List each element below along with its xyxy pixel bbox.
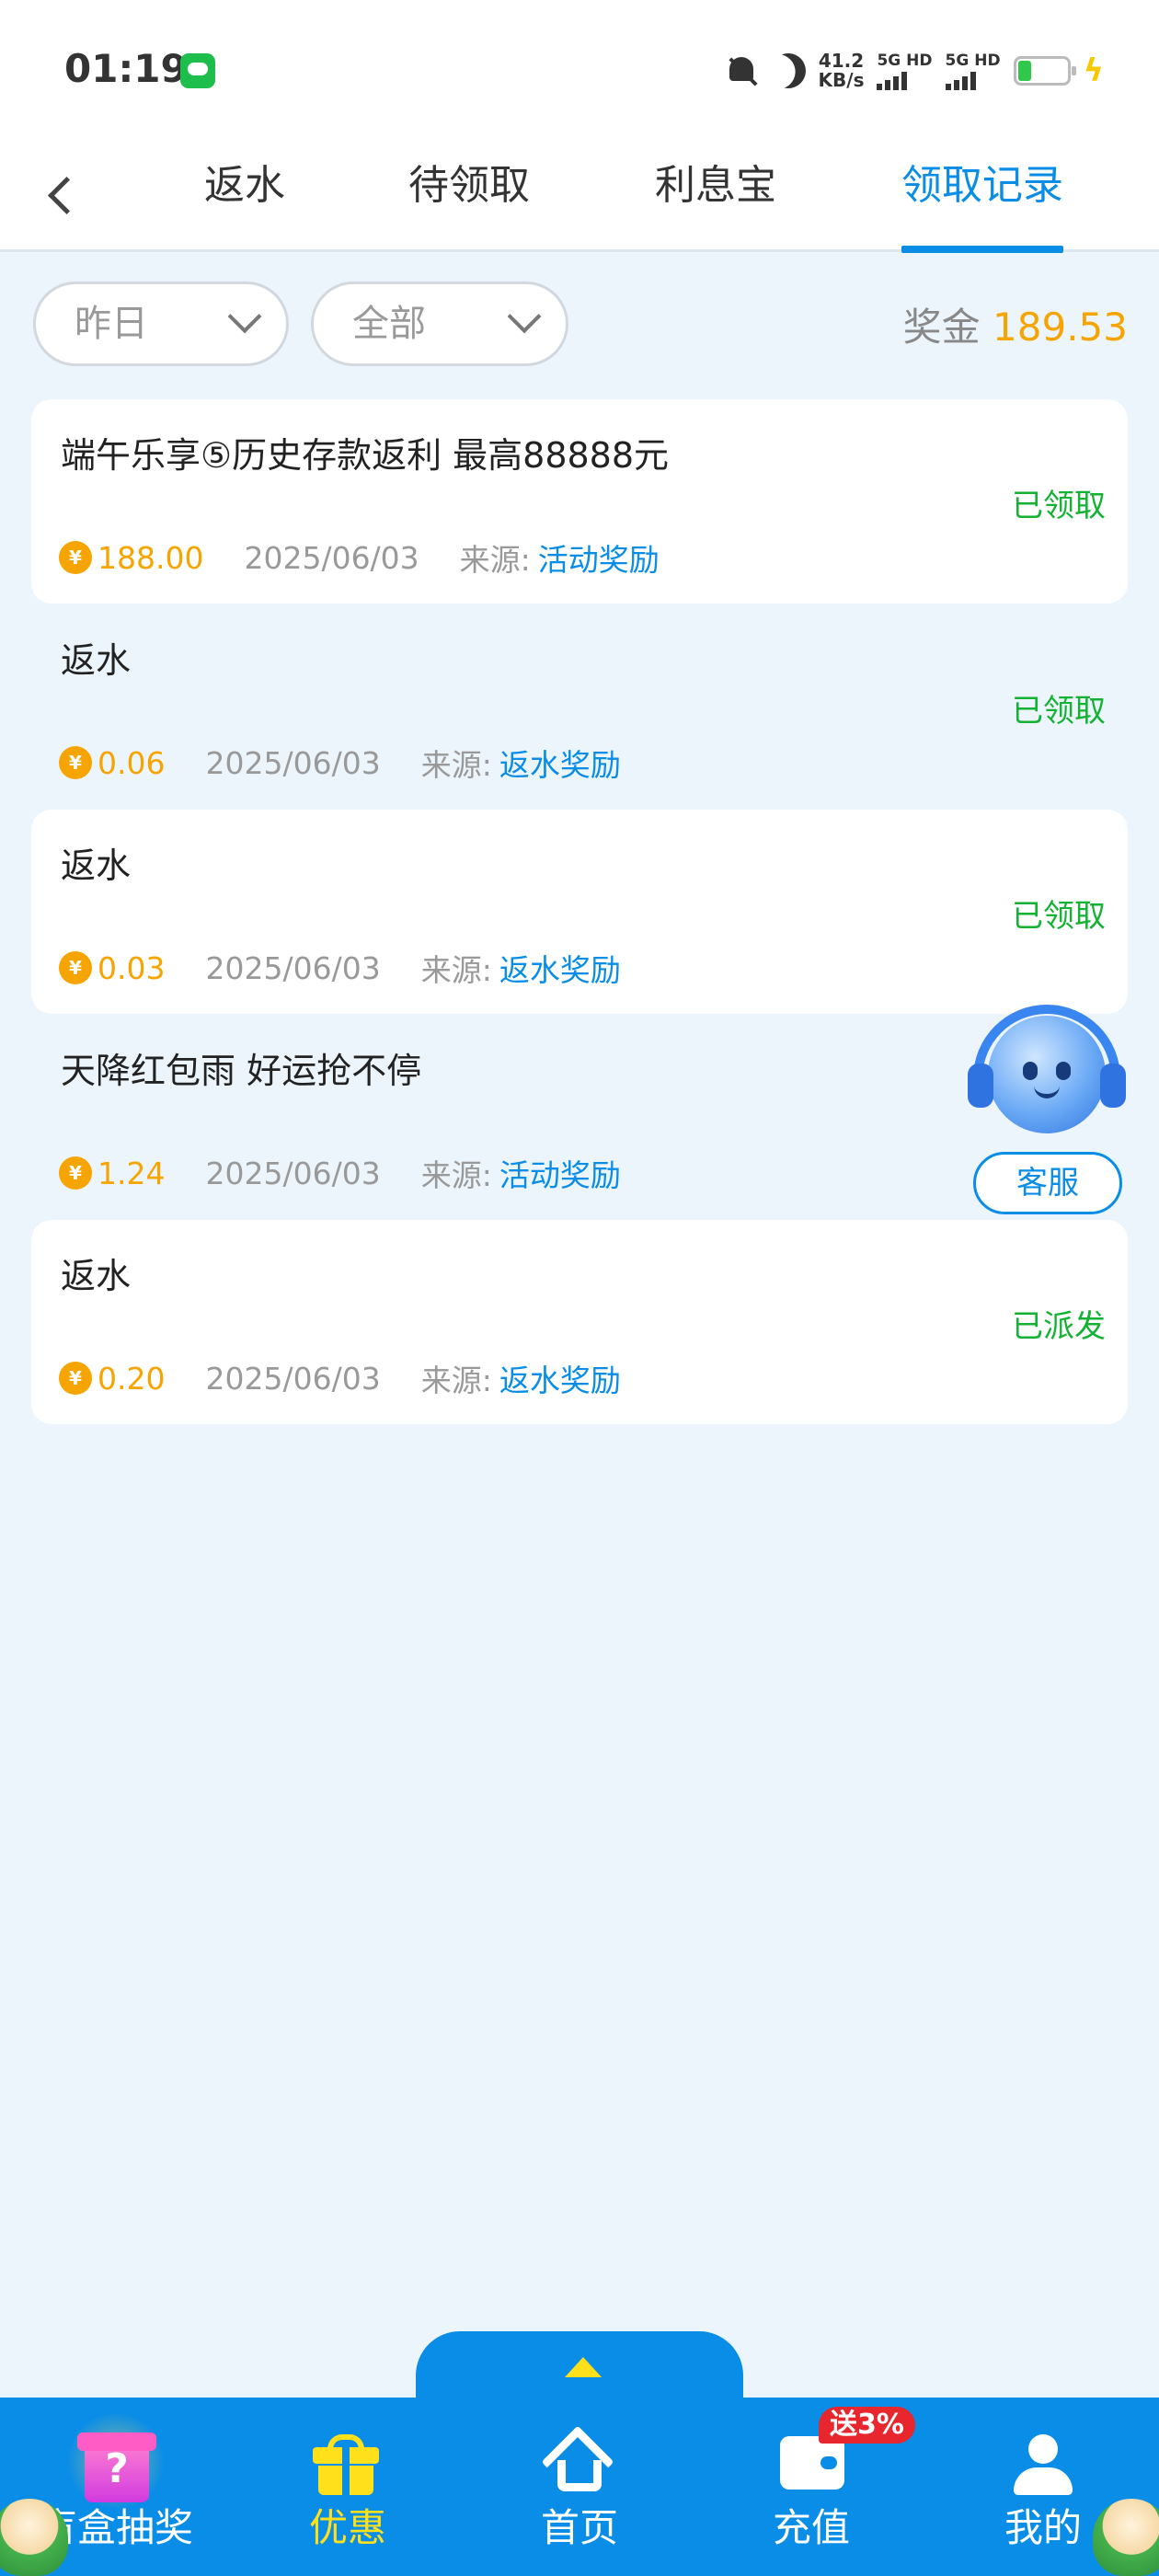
total-bonus-amount: 189.53 [993, 305, 1128, 350]
zongzi-mascot-icon [1093, 2499, 1159, 2576]
record-meta: ¥ 0.20 2025/06/03 来源: 返水奖励 [59, 1356, 621, 1400]
record-source-label: 来源: [459, 542, 531, 578]
record-card: 返水 已领取 ¥ 0.03 2025/06/03 来源: 返水奖励 [31, 810, 1128, 1014]
record-meta: ¥ 0.03 2025/06/03 来源: 返水奖励 [59, 946, 621, 990]
app-icon [180, 53, 215, 88]
nav-item-label: 优惠 [308, 2505, 386, 2550]
record-status: 已领取 [1012, 898, 1106, 935]
record-status: 已领取 [1012, 488, 1106, 524]
net-speed-value: 41.2 [818, 50, 865, 72]
tab-claim-records[interactable]: 领取记录 [901, 156, 1063, 253]
record-amount: 1.24 [98, 1155, 166, 1191]
sim1-label: 5G HD [877, 51, 933, 70]
record-amount: 0.20 [98, 1360, 166, 1397]
record-source-label: 来源: [420, 952, 492, 988]
record-amount: 0.06 [98, 744, 166, 781]
record-source: 活动奖励 [499, 1157, 621, 1193]
net-speed: 41.2 KB/s [819, 52, 865, 90]
total-bonus: 奖金 189.53 [903, 296, 1128, 352]
customer-service-button[interactable]: 客服 [973, 1152, 1122, 1214]
record-date: 2025/06/03 [205, 1360, 381, 1397]
sim2-label: 5G HD [945, 51, 1001, 70]
record-date: 2025/06/03 [205, 1155, 381, 1191]
date-filter-select[interactable]: 昨日 [33, 282, 289, 366]
record-card: 端午乐享⑤历史存款返利 最高88888元 已领取 ¥ 188.00 2025/0… [31, 399, 1128, 604]
net-speed-unit: KB/s [818, 69, 865, 91]
nav-item-promotions[interactable]: 优惠 [232, 2398, 464, 2576]
coin-icon: ¥ [59, 1362, 92, 1395]
promo-badge: 送3% [819, 2407, 915, 2444]
record-source-label: 来源: [420, 747, 492, 783]
record-date: 2025/06/03 [205, 744, 381, 781]
status-time: 01:19 [64, 46, 188, 91]
tab-interest[interactable]: 利息宝 [655, 156, 776, 248]
record-source-label: 来源: [420, 1157, 492, 1193]
zongzi-mascot-icon [0, 2499, 68, 2576]
mute-icon [725, 53, 758, 88]
record-source-label: 来源: [420, 1363, 492, 1398]
bottom-nav: ? 盲盒抽奖 优惠 首页 送3% 充值 我的 [0, 2398, 1159, 2576]
chevron-down-icon [227, 299, 262, 334]
coin-icon: ¥ [59, 1156, 92, 1190]
charging-icon: ϟ [1083, 52, 1104, 89]
record-status: 已派发 [1012, 1308, 1106, 1345]
record-source: 返水奖励 [499, 747, 621, 783]
record-card: 返水 已领取 ¥ 0.06 2025/06/03 来源: 返水奖励 [31, 604, 1128, 809]
type-filter-select[interactable]: 全部 [311, 282, 568, 366]
user-icon [1012, 2434, 1074, 2495]
record-date: 2025/06/03 [205, 949, 381, 986]
record-date: 2025/06/03 [244, 539, 419, 576]
status-bar: 01:19 41.2 KB/s 5G HD 5G HD ϟ [0, 0, 1159, 138]
wallet-icon [780, 2436, 844, 2490]
gift-icon [313, 2434, 379, 2495]
nav-item-recharge[interactable]: 送3% 充值 [695, 2398, 927, 2576]
record-source: 活动奖励 [537, 542, 660, 578]
signal-icon: 5G HD [877, 51, 933, 90]
tab-pending[interactable]: 待领取 [408, 156, 530, 248]
chevron-up-icon[interactable] [565, 2357, 602, 2377]
record-title: 返水 [61, 640, 132, 681]
record-card: 返水 已派发 ¥ 0.20 2025/06/03 来源: 返水奖励 [31, 1220, 1128, 1424]
back-icon[interactable] [37, 160, 92, 224]
record-source: 返水奖励 [499, 952, 621, 988]
tab-bar: 返水 待领取 利息宝 领取记录 [0, 138, 1159, 253]
coin-icon: ¥ [59, 746, 92, 779]
moon-icon [765, 49, 810, 94]
battery-icon [1013, 56, 1076, 86]
record-title: 返水 [61, 845, 132, 886]
customer-service-avatar-icon[interactable] [968, 1003, 1126, 1150]
record-source: 返水奖励 [499, 1363, 621, 1398]
type-filter-value: 全部 [352, 303, 426, 345]
record-title: 端午乐享⑤历史存款返利 最高88888元 [61, 435, 670, 476]
tab-rebate[interactable]: 返水 [204, 156, 285, 248]
nav-item-label: 充值 [772, 2505, 850, 2550]
record-title: 返水 [61, 1256, 132, 1296]
record-amount: 0.03 [98, 949, 166, 986]
record-meta: ¥ 1.24 2025/06/03 来源: 活动奖励 [59, 1151, 621, 1195]
total-bonus-label: 奖金 [902, 305, 981, 350]
home-icon [541, 2425, 614, 2499]
record-meta: ¥ 0.06 2025/06/03 来源: 返水奖励 [59, 741, 621, 785]
coin-icon: ¥ [59, 541, 92, 574]
nav-item-label: 首页 [540, 2505, 618, 2550]
chevron-down-icon [507, 299, 542, 334]
record-status: 已领取 [1012, 693, 1106, 730]
record-amount: 188.00 [98, 539, 204, 576]
signal-icon: 5G HD [945, 51, 1001, 90]
coin-icon: ¥ [59, 951, 92, 984]
status-icons: 41.2 KB/s 5G HD 5G HD ϟ [725, 48, 1104, 94]
record-title: 天降红包雨 好运抢不停 [61, 1051, 422, 1091]
date-filter-value: 昨日 [75, 303, 148, 345]
nav-item-home[interactable]: 首页 [464, 2398, 695, 2576]
mystery-box-icon: ? [64, 2414, 167, 2508]
record-card: 天降红包雨 好运抢不停 ¥ 1.24 2025/06/03 来源: 活动奖励 [31, 1015, 1128, 1219]
record-meta: ¥ 188.00 2025/06/03 来源: 活动奖励 [59, 535, 660, 580]
